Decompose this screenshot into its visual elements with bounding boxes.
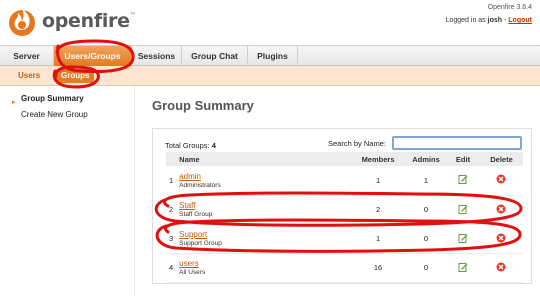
- search-input[interactable]: [392, 136, 522, 150]
- current-item-bullet-icon: ▸: [12, 99, 16, 106]
- admins-count: 0: [406, 195, 446, 225]
- table-row: 2 Staff Staff Group 2 0: [166, 195, 523, 225]
- members-count: 16: [350, 253, 407, 283]
- sidebar-item-create-new-group[interactable]: Create New Group: [21, 110, 88, 119]
- col-admins: Admins: [406, 152, 446, 166]
- edit-icon[interactable]: [458, 204, 468, 214]
- openfire-logo-icon: [9, 8, 35, 36]
- group-description: Administrators: [179, 181, 221, 189]
- col-members: Members: [350, 152, 407, 166]
- table-row: 3 Support Support Group 1 0: [166, 224, 523, 254]
- version-label: Openfire 3.6.4: [487, 4, 532, 11]
- subtab-groups[interactable]: Groups: [56, 69, 95, 83]
- tab-sessions[interactable]: Sessions: [132, 46, 182, 66]
- main-nav: Server Users/Groups Sessions Group Chat …: [0, 45, 540, 66]
- delete-icon[interactable]: [496, 262, 506, 272]
- header: openfire™ Openfire 3.6.4 Logged in as jo…: [0, 0, 540, 44]
- tab-group-chat[interactable]: Group Chat: [182, 46, 248, 66]
- edit-icon[interactable]: [458, 174, 468, 185]
- group-name-link[interactable]: Support: [179, 230, 347, 239]
- search-label: Search by Name:: [328, 139, 386, 148]
- group-name-link[interactable]: admin: [179, 172, 347, 181]
- tab-users-groups[interactable]: Users/Groups: [54, 46, 132, 66]
- sub-nav: Users Groups: [0, 66, 540, 86]
- sidebar-item-group-summary[interactable]: Group Summary: [21, 94, 84, 103]
- group-description: Support Group: [179, 240, 222, 247]
- edit-icon[interactable]: [458, 233, 468, 243]
- row-number: 4: [166, 253, 177, 283]
- row-number: 1: [166, 166, 177, 196]
- tab-server[interactable]: Server: [0, 46, 54, 66]
- login-status: Logged in as josh - Logout: [445, 17, 532, 24]
- row-number: 3: [166, 224, 177, 254]
- row-number: 2: [166, 195, 177, 225]
- group-description: Staff Group: [179, 211, 213, 218]
- logout-link[interactable]: Logout: [508, 17, 532, 24]
- group-description: All Users: [179, 269, 206, 276]
- group-name-link[interactable]: users: [179, 259, 347, 268]
- col-name: Name: [176, 152, 351, 166]
- members-count: 2: [350, 195, 407, 225]
- username: josh: [487, 17, 503, 24]
- brand-name: openfire™: [42, 10, 136, 32]
- delete-icon[interactable]: [496, 174, 506, 184]
- tab-plugins[interactable]: Plugins: [248, 46, 298, 66]
- admins-count: 0: [406, 253, 446, 283]
- admins-count: 0: [406, 224, 446, 254]
- subtab-users[interactable]: Users: [13, 69, 45, 83]
- col-edit: Edit: [446, 152, 480, 166]
- delete-icon[interactable]: [496, 204, 506, 214]
- table-row: 1 admin Administrators 1 1: [166, 166, 523, 196]
- delete-icon[interactable]: [496, 233, 506, 243]
- col-number: [166, 152, 177, 166]
- admins-count: 1: [406, 166, 446, 196]
- col-delete: Delete: [479, 152, 523, 166]
- group-name-link[interactable]: Staff: [179, 201, 347, 210]
- edit-icon[interactable]: [458, 262, 468, 272]
- groups-table: Name Members Admins Edit Delete 1 admin A…: [166, 152, 523, 283]
- total-groups: Total Groups: 4: [165, 141, 216, 150]
- table-row: 4 users All Users 16 0: [166, 253, 523, 283]
- members-count: 1: [350, 166, 407, 196]
- table-header-row: Name Members Admins Edit Delete: [166, 152, 523, 166]
- members-count: 1: [350, 224, 407, 254]
- page-title: Group Summary: [152, 98, 254, 113]
